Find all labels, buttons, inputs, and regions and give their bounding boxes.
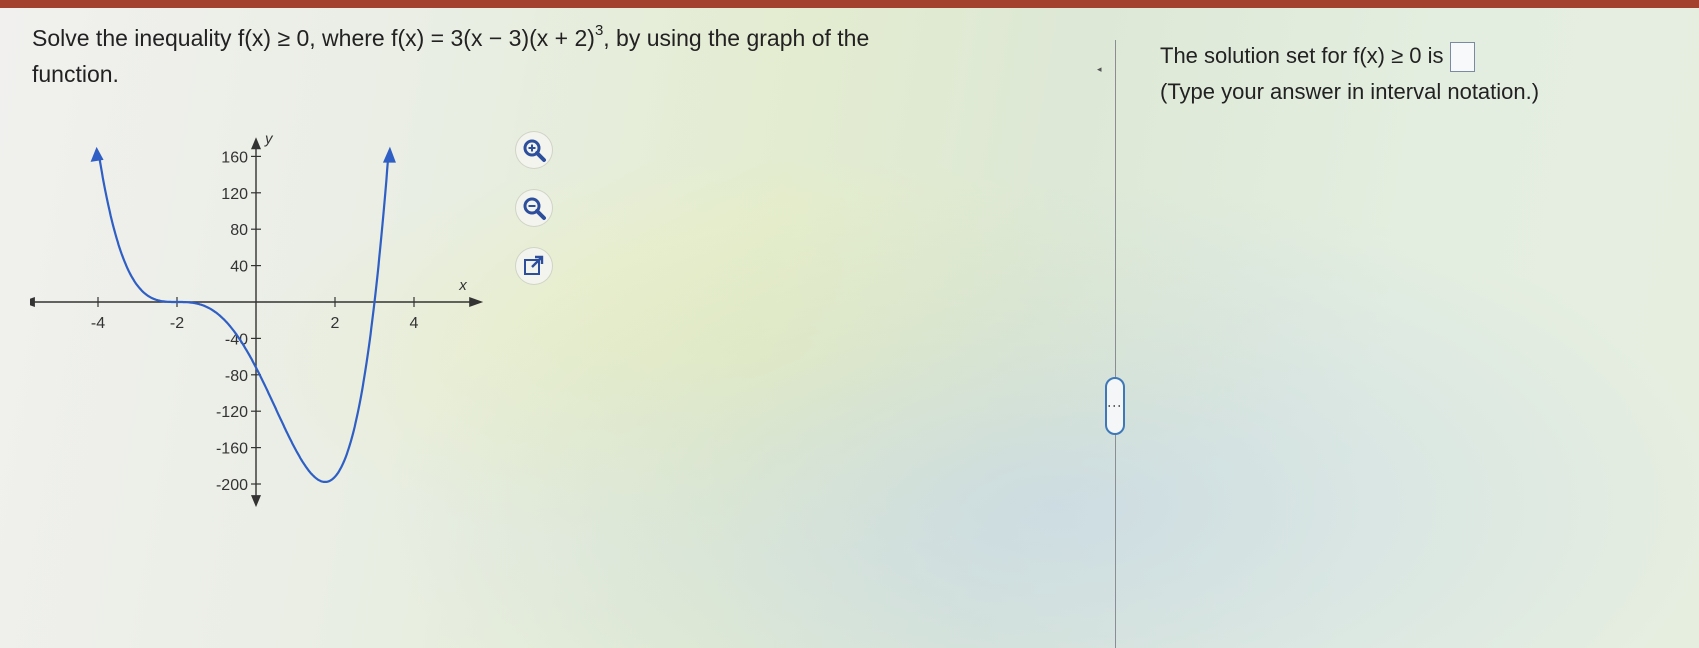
x-tick-label: 2 [331, 315, 340, 332]
y-tick-label: 80 [230, 222, 248, 239]
answer-panel: The solution set for f(x) ≥ 0 is (Type y… [1160, 38, 1539, 110]
top-bar [0, 0, 1699, 8]
panel-resize-handle[interactable]: ⋮ [1105, 377, 1125, 435]
y-axis-label: y [264, 130, 274, 147]
zoom-out-button[interactable] [516, 190, 552, 226]
question-line-1: Solve the inequality f(x) ≥ 0, where f(x… [32, 22, 972, 58]
x-axis-left-arrow [30, 297, 35, 307]
zoom-in-icon [523, 139, 546, 162]
y-axis-down-arrow [251, 495, 261, 508]
x-tick-label: -2 [170, 315, 184, 332]
question-text: Solve the inequality f(x) ≥ 0, where f(x… [32, 22, 972, 91]
open-graph-button[interactable] [516, 248, 552, 284]
y-tick-label: -80 [225, 368, 248, 385]
question-prefix: Solve the inequality f(x) ≥ 0, where f(x… [32, 25, 595, 51]
y-tick-label: -160 [216, 441, 248, 458]
function-graph: xy -4 -2 2 41601208040-40-80-120-160-200 [30, 130, 484, 508]
answer-line: The solution set for f(x) ≥ 0 is [1160, 38, 1539, 74]
question-suffix: , by using the graph of the [603, 25, 870, 51]
x-axis-right-arrow [469, 297, 484, 307]
y-tick-label: 160 [221, 149, 248, 166]
question-exponent: 3 [594, 22, 604, 39]
answer-input[interactable] [1449, 42, 1475, 73]
zoom-out-icon [523, 197, 546, 220]
answer-hint: (Type your answer in interval notation.) [1160, 79, 1540, 104]
x-tick-label: -4 [91, 315, 105, 332]
y-tick-label: 120 [221, 186, 248, 203]
curve-right-arrow [382, 146, 396, 163]
external-link-icon [524, 255, 544, 275]
x-axis-label: x [458, 277, 467, 294]
y-tick-label: -120 [216, 404, 248, 421]
y-axis-up-arrow [251, 137, 261, 150]
panel-divider [1115, 40, 1116, 648]
y-tick-label: 40 [230, 259, 248, 276]
question-line-2: function. [32, 61, 119, 87]
y-tick-label: -200 [216, 477, 248, 494]
x-tick-label: 4 [410, 315, 419, 332]
function-curve [98, 158, 389, 483]
graph-tools [516, 132, 552, 306]
answer-prompt: The solution set for f(x) ≥ 0 is [1160, 43, 1444, 68]
curve-left-arrow [90, 146, 104, 162]
zoom-in-button[interactable] [516, 132, 552, 168]
collapse-arrow-icon[interactable]: ◂ [1097, 64, 1102, 75]
